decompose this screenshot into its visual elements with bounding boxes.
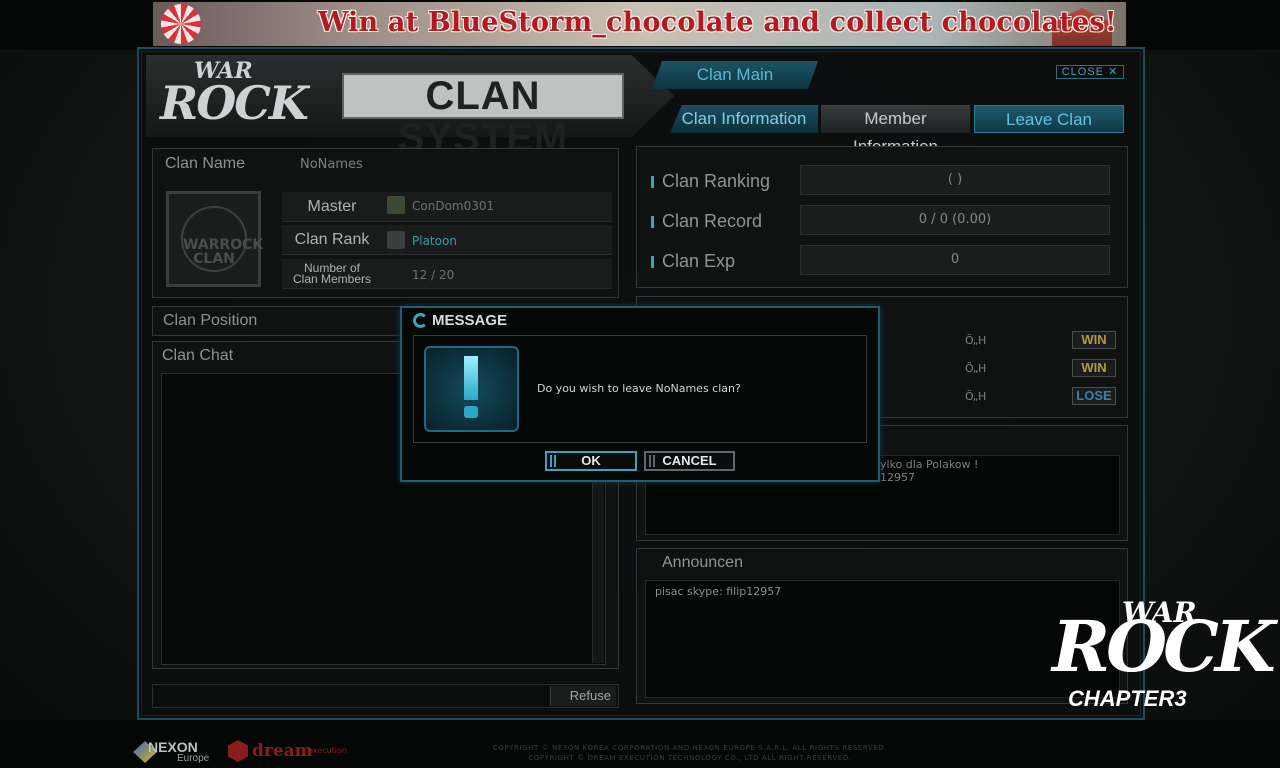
dream-execution-logo: dream execution	[228, 739, 358, 765]
tab-clan-information[interactable]: Clan Information	[670, 105, 818, 133]
close-label: CLOSE	[1061, 66, 1104, 78]
lollipop-icon	[161, 4, 201, 44]
match-result-badge: WIN	[1072, 359, 1116, 377]
clan-record-label: Clan Record	[662, 211, 763, 231]
refuse-button[interactable]: Refuse	[550, 686, 616, 706]
copyright-line1: COPYRIGHT © NEXON KOREA CORPORATION AND …	[492, 744, 888, 752]
bullet-icon	[651, 256, 654, 268]
ok-button[interactable]: OK	[545, 451, 637, 471]
tab-clan-main[interactable]: Clan Main	[652, 61, 818, 89]
clan-name-value: NoNames	[300, 157, 363, 172]
ad-banner[interactable]: Win at BlueStorm_chocolate and collect c…	[153, 2, 1126, 46]
clan-ranking-label: Clan Ranking	[662, 171, 771, 191]
dream-cube-icon	[228, 740, 248, 762]
logo-chapter: CHAPTER3	[1068, 686, 1187, 711]
banner-text: Win at BlueStorm_chocolate and collect c…	[318, 7, 1117, 38]
platoon-icon	[387, 231, 405, 249]
match-opponent: Ö„H	[965, 390, 987, 403]
match-opponent: Ö„H	[965, 362, 987, 375]
master-value: ConDom0301	[412, 199, 495, 213]
tab-leave-clan[interactable]: Leave Clan	[974, 105, 1124, 133]
members-label-line2: Clan Members	[292, 272, 372, 286]
tab-member-information[interactable]: Member Information	[821, 105, 970, 156]
master-label: Master	[307, 198, 357, 215]
match-opponent: Ö„H	[965, 334, 987, 347]
clan-ranking-value: ( )	[800, 165, 1110, 195]
chat-input[interactable]	[152, 684, 619, 708]
bullet-icon	[651, 176, 654, 188]
close-icon: ✕	[1108, 66, 1119, 78]
dream-sub: execution	[308, 746, 347, 755]
logo-small-rock: ROCK	[160, 76, 309, 130]
match-result-badge: LOSE	[1072, 387, 1116, 405]
clan-name-label: Clan Name	[165, 155, 246, 172]
announcement-text: pisac skype: filip12957	[655, 585, 782, 598]
clan-rank-value: Platoon	[412, 234, 457, 248]
announcement-label: Announcen	[662, 554, 743, 571]
exclamation-icon	[461, 356, 481, 422]
rank-chevron-icon	[387, 196, 405, 214]
dialog-title: MESSAGE	[432, 312, 508, 329]
refresh-icon	[413, 313, 428, 328]
clan-exp-label: Clan Exp	[662, 251, 736, 271]
exclamation-dot	[464, 406, 478, 418]
clan-position-label: Clan Position	[163, 312, 258, 329]
dream-text: dream	[252, 741, 313, 761]
copyright-line2: COPYRIGHT © DREAM EXECUTION TECHNOLOGY C…	[528, 754, 852, 762]
members-label: Number of Clan Members	[284, 262, 380, 286]
logo-rock: ROCK	[1052, 605, 1276, 688]
nexon-sub: Europe	[177, 753, 210, 764]
clan-emblem: WARROCK CLAN	[166, 191, 263, 287]
clan-exp-value: 0	[800, 245, 1110, 275]
dialog-message: Do you wish to leave NoNames clan?	[537, 382, 741, 395]
clan-chat-label: Clan Chat	[162, 347, 234, 364]
clan-rank-label: Clan Rank	[294, 231, 370, 248]
cancel-label: CANCEL	[662, 453, 717, 468]
members-value: 12 / 20	[412, 268, 455, 282]
clan-record-value: 0 / 0 (0.00)	[800, 205, 1110, 235]
clan-emblem-text: WARROCK CLAN	[181, 206, 263, 272]
match-result-badge: WIN	[1072, 331, 1116, 349]
exclamation-bar	[464, 356, 478, 400]
page-title: CLAN SYSTEM	[342, 73, 624, 159]
close-button[interactable]: CLOSE ✕	[1056, 65, 1124, 79]
nexon-logo: NEXON Europe	[133, 739, 223, 765]
bullet-icon	[651, 216, 654, 228]
grip-icon	[649, 455, 655, 467]
grip-icon	[550, 455, 556, 467]
copyright-text: COPYRIGHT © NEXON KOREA CORPORATION AND …	[470, 743, 910, 763]
ok-label: OK	[581, 453, 601, 468]
cancel-button[interactable]: CANCEL	[644, 451, 735, 471]
warrock-chapter3-logo: WAR ROCK CHAPTER3	[1050, 596, 1276, 716]
